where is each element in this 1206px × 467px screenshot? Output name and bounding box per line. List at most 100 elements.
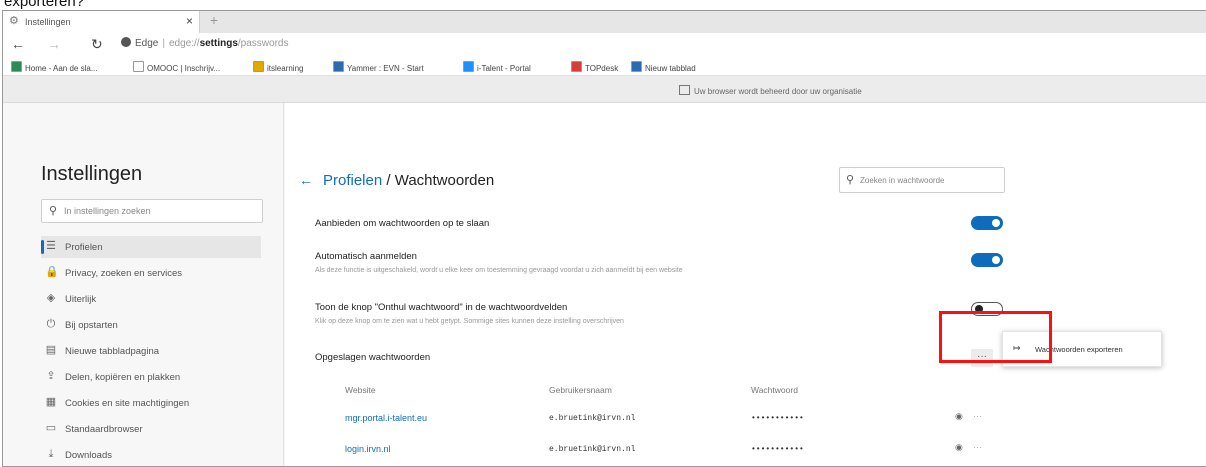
row-password: •••••••••••	[751, 414, 804, 423]
breadcrumb: Profielen / Wachtwoorden	[323, 172, 494, 189]
row-website-link[interactable]: login.irvn.nl	[345, 444, 391, 454]
row-website-link[interactable]: mgr.portal.i-talent.eu	[345, 413, 427, 423]
context-menu: ↦ Wachtwoorden exporteren	[1002, 331, 1162, 367]
search-icon: ⚲	[846, 174, 855, 186]
column-website: Website	[345, 385, 376, 395]
sidebar-item-icon: ▭	[45, 422, 57, 434]
offer-save-toggle[interactable]	[971, 216, 1003, 230]
toolbar: ← → ↻ Edge | edge://settings/passwords	[3, 33, 1206, 57]
bookmark-icon	[631, 61, 642, 72]
sidebar-item-icon: ▦	[45, 396, 57, 408]
bookmark-label: Nieuw tabblad	[645, 64, 696, 73]
sidebar-item-label: Profielen	[65, 242, 103, 253]
sidebar-item-nieuwe[interactable]: ▤ Nieuwe tabbladpagina	[41, 340, 261, 362]
auto-signin-label: Automatisch aanmelden	[315, 251, 417, 262]
bookmark-item[interactable]: itslearning	[253, 61, 303, 73]
bookmark-icon	[333, 61, 344, 72]
tab-settings[interactable]: ⚙ Instellingen ×	[3, 11, 200, 33]
bookmark-item[interactable]: TOPdesk	[571, 61, 618, 73]
breadcrumb-separator: /	[382, 172, 395, 189]
bookmark-label: Yammer : EVN - Start	[347, 64, 424, 73]
bookmark-item[interactable]: Nieuw tabblad	[631, 61, 696, 73]
bookmark-label: OMOOC | Inschrijv...	[147, 64, 221, 73]
settings-search-input[interactable]: ⚲ In instellingen zoeken	[41, 199, 263, 223]
back-arrow-icon[interactable]: ←	[11, 36, 25, 52]
url-rest: /passwords	[237, 38, 289, 49]
sidebar-item-label: Uiterlijk	[65, 294, 97, 305]
saved-passwords-heading: Opgeslagen wachtwoorden	[315, 352, 431, 363]
url-strong: settings	[199, 38, 238, 49]
edge-icon	[121, 37, 131, 47]
bookmark-item[interactable]: Yammer : EVN - Start	[333, 61, 424, 73]
row-username: e.bruetink@irvn.nl	[549, 445, 636, 454]
sidebar-item-icon: ⏻	[46, 318, 56, 330]
row-more-button[interactable]: ···	[973, 442, 982, 452]
column-password: Wachtwoord	[751, 385, 798, 395]
bookmark-label: TOPdesk	[585, 64, 619, 73]
main-content: ← Profielen / Wachtwoorden ⚲ Zoeken in w…	[285, 103, 1206, 466]
export-passwords-menu-item[interactable]: Wachtwoorden exporteren	[1035, 345, 1123, 354]
new-tab-button[interactable]: +	[205, 12, 223, 28]
back-arrow-icon[interactable]: ←	[299, 172, 313, 188]
sidebar-item-icon: ⤓	[48, 448, 54, 460]
sidebar-item-label: Privacy, zoeken en services	[65, 268, 183, 279]
sidebar-item-icon: ☰	[46, 240, 56, 252]
managed-text: Uw browser wordt beheerd door uw organis…	[694, 87, 862, 96]
tab-title: Instellingen	[25, 17, 71, 27]
row-password: •••••••••••	[751, 445, 804, 454]
tab-strip: ⚙ Instellingen × +	[3, 11, 1206, 33]
breadcrumb-profiles-link[interactable]: Profielen	[323, 172, 382, 189]
gear-icon: ⚙	[9, 15, 19, 27]
eye-icon[interactable]: ◉	[955, 411, 963, 422]
auto-signin-description: Als deze functie is uitgeschakeld, wordt…	[315, 267, 683, 274]
password-search-placeholder: Zoeken in wachtwoorde	[860, 176, 945, 185]
bookmark-item[interactable]: i-Talent - Portal	[463, 61, 531, 73]
export-icon: ↦	[1013, 343, 1021, 353]
bookmark-label: i-Talent - Portal	[477, 64, 531, 73]
sidebar-item-uiterlijk[interactable]: ◈ Uiterlijk	[41, 288, 261, 310]
bookmark-label: Home - Aan de sla...	[25, 64, 98, 73]
column-username: Gebruikersnaam	[549, 385, 612, 395]
page-title: Wachtwoorden	[394, 172, 495, 189]
settings-search-placeholder: In instellingen zoeken	[64, 206, 151, 216]
row-more-button[interactable]: ···	[973, 411, 982, 421]
caption-text: exporteren?	[4, 0, 85, 10]
offer-save-label: Aanbieden om wachtwoorden op te slaan	[315, 218, 490, 229]
eye-icon[interactable]: ◉	[955, 442, 963, 453]
refresh-icon[interactable]: ↻	[91, 36, 103, 53]
bookmark-icon	[571, 61, 582, 72]
close-icon[interactable]: ×	[186, 14, 193, 28]
site-label: Edge	[135, 38, 159, 49]
sidebar-item-label: Cookies en site machtigingen	[65, 398, 190, 409]
auto-signin-toggle[interactable]	[971, 253, 1003, 267]
bookmark-icon	[253, 61, 264, 72]
sidebar-item-label: Standaardbrowser	[65, 424, 143, 435]
sidebar-title: Instellingen	[41, 163, 143, 185]
sidebar-item-label: Downloads	[65, 450, 112, 461]
bookmark-item[interactable]: Home - Aan de sla...	[11, 61, 97, 73]
sidebar-item-downloads[interactable]: ⤓ Downloads	[41, 444, 261, 466]
bookmark-icon	[133, 61, 144, 72]
forward-arrow-icon[interactable]: →	[47, 36, 61, 52]
password-search-input[interactable]: ⚲ Zoeken in wachtwoorde	[839, 167, 1005, 193]
organization-icon	[679, 85, 690, 95]
sidebar-item-standaardbrowser[interactable]: ▭ Standaardbrowser	[41, 418, 261, 440]
managed-notice-bar: Uw browser wordt beheerd door uw organis…	[3, 76, 1206, 103]
bookmark-item[interactable]: OMOOC | Inschrijv...	[133, 61, 220, 73]
bookmark-icon	[463, 61, 474, 72]
sidebar-item-privacy[interactable]: 🔒 Privacy, zoeken en services	[41, 262, 261, 284]
bookmark-label: itslearning	[267, 64, 304, 73]
sidebar-item-profielen[interactable]: ☰ Profielen	[41, 236, 261, 258]
reveal-button-toggle[interactable]	[971, 302, 1003, 316]
sidebar-item-bij[interactable]: ⏻ Bij opstarten	[41, 314, 261, 336]
search-icon: ⚲	[49, 205, 58, 217]
more-actions-button[interactable]: ···	[971, 349, 993, 367]
sidebar-item-cookies[interactable]: ▦ Cookies en site machtigingen	[41, 392, 261, 414]
address-bar[interactable]: Edge | edge://settings/passwords	[121, 37, 288, 53]
sidebar-item-delen[interactable]: ⇪ Delen, kopiëren en plakken	[41, 366, 261, 388]
sidebar-item-icon: ⇪	[46, 370, 56, 382]
settings-sidebar: Instellingen ⚲ In instellingen zoeken ☰ P…	[3, 103, 284, 466]
sidebar-item-icon: 🔒	[45, 266, 59, 278]
bookmark-icon	[11, 61, 22, 72]
browser-window: ⚙ Instellingen × + ← → ↻ Edge | edge://set…	[2, 10, 1206, 467]
